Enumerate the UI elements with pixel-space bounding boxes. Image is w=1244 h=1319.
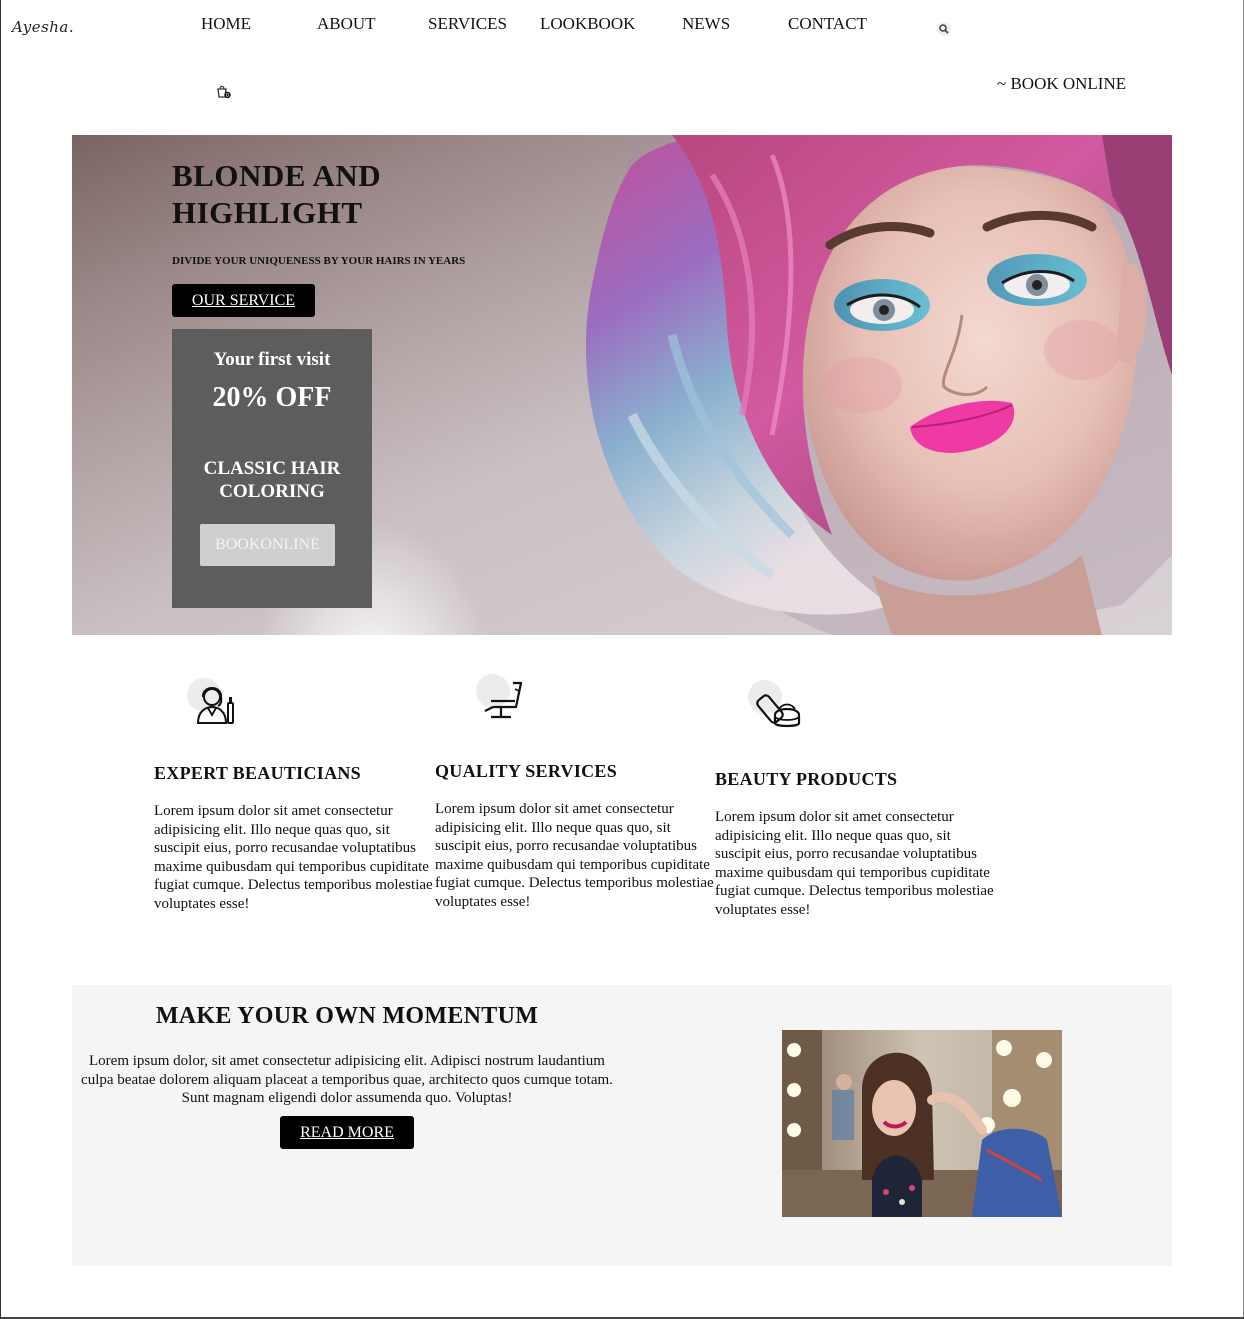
promo-service-name: CLASSIC HAIR COLORING	[203, 458, 341, 502]
hero-title-line-2: HIGHLIGHT	[172, 195, 363, 230]
promo-first-visit: Your first visit	[213, 349, 331, 370]
beauty-products-icon	[745, 679, 805, 735]
nav-home[interactable]: HOME	[201, 14, 251, 34]
search-icon[interactable]	[936, 21, 952, 37]
nav-about[interactable]: ABOUT	[317, 14, 376, 34]
nav-contact[interactable]: CONTACT	[788, 14, 867, 34]
feature-title: EXPERT BEAUTICIANS	[154, 763, 361, 783]
salon-photo	[782, 1030, 1062, 1217]
feature-description: Lorem ipsum dolor sit amet consectetur a…	[154, 803, 433, 912]
svg-text:0: 0	[226, 93, 229, 99]
feature-description: Lorem ipsum dolor sit amet consectetur a…	[435, 801, 714, 910]
hero-banner: BLONDE AND HIGHLIGHT DIVIDE YOUR UNIQUEN…	[72, 135, 1172, 635]
window-left-edge	[0, 0, 1, 1319]
hero-title-line-1: BLONDE AND	[172, 158, 382, 193]
feature-description: Lorem ipsum dolor sit amet consectetur a…	[715, 809, 994, 918]
hero-title: BLONDE AND HIGHLIGHT	[172, 157, 381, 231]
feature-quality-services: QUALITY SERVICES Lorem ipsum dolor sit a…	[435, 668, 720, 928]
promo-discount: 20% OFF	[212, 382, 332, 413]
shopping-bag-icon[interactable]: 0	[215, 82, 233, 100]
salon-chair-icon	[473, 673, 533, 729]
nav-services[interactable]: SERVICES	[428, 14, 507, 34]
nav-news[interactable]: NEWS	[682, 14, 730, 34]
momentum-section: MAKE YOUR OWN MOMENTUM Lorem ipsum dolor…	[72, 985, 1172, 1266]
read-more-button[interactable]: READ MORE	[280, 1116, 414, 1149]
site-logo[interactable]: Ayesha.	[12, 18, 74, 36]
nav-lookbook[interactable]: LOOKBOOK	[540, 14, 635, 34]
promo-book-online-button[interactable]: BOOKONLINE	[200, 524, 335, 566]
hero-subtitle: DIVIDE YOUR UNIQUENESS BY YOUR HAIRS IN …	[172, 255, 466, 267]
feature-beauty-products: BEAUTY PRODUCTS Lorem ipsum dolor sit am…	[715, 676, 1000, 936]
beautician-icon	[184, 675, 244, 731]
feature-expert-beauticians: EXPERT BEAUTICIANS Lorem ipsum dolor sit…	[154, 670, 439, 930]
momentum-title: MAKE YOUR OWN MOMENTUM	[155, 1003, 539, 1029]
feature-title: QUALITY SERVICES	[435, 761, 618, 781]
promo-card: Your first visit 20% OFF CLASSIC HAIR CO…	[172, 329, 372, 608]
feature-title: BEAUTY PRODUCTS	[715, 769, 898, 789]
momentum-description: Lorem ipsum dolor, sit amet consectetur …	[81, 1053, 613, 1106]
our-service-button[interactable]: OUR SERVICE	[172, 284, 315, 317]
book-online-link[interactable]: ~ BOOK ONLINE	[997, 74, 1126, 94]
